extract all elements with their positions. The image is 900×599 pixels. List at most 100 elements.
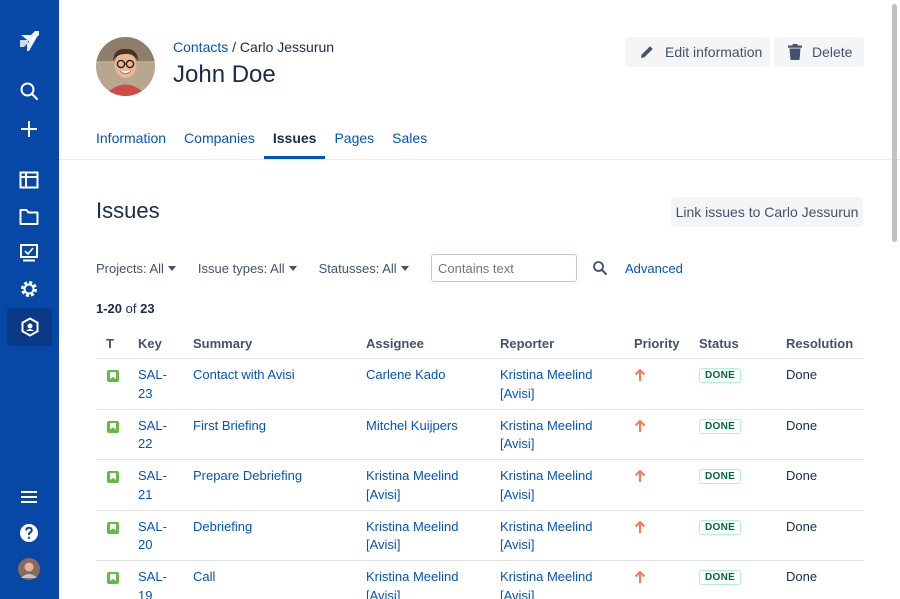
statuses-filter[interactable]: Statusses: All [319,261,409,276]
reporter-link[interactable]: Kristina Meelind [Avisi] [500,366,593,403]
tab-sales[interactable]: Sales [392,130,427,159]
column-header-assignee[interactable]: Assignee [366,336,424,351]
issue-key-link[interactable]: SAL- 20 [138,518,167,555]
assignee-link[interactable]: Carlene Kado [366,366,446,385]
reporter-link[interactable]: Kristina Meelind [Avisi] [500,568,593,599]
folder-icon[interactable] [10,200,48,234]
column-header-summary[interactable]: Summary [193,336,252,351]
search-icon[interactable] [592,260,608,279]
issue-summary-link[interactable]: First Briefing [193,417,266,436]
resolution-text: Done [786,367,818,382]
tabs-divider [59,159,900,160]
delete-button[interactable]: Delete [774,37,864,67]
assignee-link[interactable]: Mitchel Kuijpers [366,417,458,436]
breadcrumb-separator: / [228,39,240,55]
contains-text-input[interactable] [431,254,577,282]
issue-key-link[interactable]: SAL- 19 [138,568,167,599]
status-badge: DONE [699,368,742,383]
tab-companies[interactable]: Companies [184,130,255,159]
hexagon-icon[interactable] [7,308,52,346]
issue-summary-link[interactable]: Prepare Debriefing [193,467,302,486]
board-icon[interactable] [10,163,48,197]
story-type-icon [107,572,119,584]
issue-summary-link[interactable]: Contact with Avisi [193,366,295,385]
breadcrumb: Contacts / Carlo Jessurun [173,39,334,55]
delete-label: Delete [812,44,853,60]
tab-information[interactable]: Information [96,130,166,159]
jira-logo-icon[interactable] [10,24,48,58]
column-header-priority[interactable]: Priority [634,336,680,351]
column-header-status[interactable]: Status [699,336,739,351]
menu-icon[interactable] [10,480,48,514]
issue-types-filter-label: Issue types: All [197,260,285,276]
column-header-resolution[interactable]: Resolution [786,336,853,351]
chevron-down-icon [288,265,297,271]
link-issues-button[interactable]: Link issues to Carlo Jessurun [671,197,863,227]
issues-heading: Issues [96,198,160,223]
search-icon[interactable] [10,74,48,108]
assignee-link[interactable]: Kristina Meelind [Avisi] [366,568,459,599]
results-range: 1-20 [96,301,123,316]
table-row[interactable]: SAL- 23 Contact with Avisi Carlene Kado Kri… [96,359,864,410]
reporter-link[interactable]: Kristina Meelind [Avisi] [500,417,593,454]
tab-pages[interactable]: Pages [334,130,374,159]
gear-icon[interactable] [10,272,48,306]
reporter-link[interactable]: Kristina Meelind [Avisi] [500,467,593,504]
issues-table: T Key Summary Assignee Reporter Priority… [96,330,864,599]
priority-high-icon [634,570,646,587]
reporter-link[interactable]: Kristina Meelind [Avisi] [500,518,593,555]
issue-types-filter[interactable]: Issue types: All [198,261,297,276]
issue-key-link[interactable]: SAL- 22 [138,417,167,454]
scrollbar[interactable] [892,4,897,242]
global-sidebar [0,0,59,599]
statuses-filter-label: Statusses: All [318,260,397,276]
table-header: T Key Summary Assignee Reporter Priority… [96,330,864,359]
plus-icon[interactable] [10,112,48,146]
story-type-icon [107,471,119,483]
column-header-type[interactable]: T [106,336,114,351]
table-row[interactable]: SAL- 21 Prepare Debriefing Kristina Meelin… [96,460,864,511]
page-title: John Doe [173,61,276,88]
pencil-icon [639,44,655,60]
edit-information-button[interactable]: Edit information [625,37,770,67]
chevron-down-icon [400,265,409,271]
edit-information-label: Edit information [665,44,763,60]
status-badge: DONE [699,519,742,535]
issue-summary-link[interactable]: Debriefing [193,518,252,537]
advanced-search-link[interactable]: Advanced [625,261,683,276]
table-row[interactable]: SAL- 19 Call Kristina Meelind [Avisi] Krist… [96,561,864,599]
assignee-link[interactable]: Kristina Meelind [Avisi] [366,467,459,504]
priority-high-icon [634,419,646,436]
filter-bar: Projects: All Issue types: All Statusses… [96,254,431,282]
contact-avatar [96,37,155,96]
monitor-icon[interactable] [10,236,48,270]
issue-key-link[interactable]: SAL- 23 [138,366,167,403]
resolution-text: Done [786,518,818,534]
story-type-icon [107,370,119,382]
assignee-link[interactable]: Kristina Meelind [Avisi] [366,518,459,555]
issue-summary-link[interactable]: Call [193,568,215,587]
issue-key-link[interactable]: SAL- 21 [138,467,167,504]
projects-filter-label: Projects: All [96,260,164,276]
priority-high-icon [634,520,646,537]
table-row[interactable]: SAL- 20 Debriefing Kristina Meelind [Avisi… [96,511,864,561]
priority-high-icon [634,368,646,385]
status-badge: DONE [699,418,742,434]
tab-issues[interactable]: Issues [263,130,325,159]
status-badge: DONE [699,570,742,585]
breadcrumb-current: Carlo Jessurun [239,39,335,55]
resolution-text: Done [786,468,818,483]
breadcrumb-link-contacts[interactable]: Contacts [173,39,228,55]
projects-filter[interactable]: Projects: All [96,261,176,276]
user-avatar[interactable] [10,552,48,586]
help-icon[interactable] [10,516,48,550]
column-header-reporter[interactable]: Reporter [500,336,554,351]
contact-tabs: Information Companies Issues Pages Sales [96,130,445,159]
status-badge: DONE [699,469,742,484]
results-count: 1-20 of 23 [96,301,155,316]
chevron-down-icon [167,265,176,271]
story-type-icon [107,420,119,433]
table-row[interactable]: SAL- 22 First Briefing Mitchel Kuijpers Kri… [96,410,864,460]
column-header-key[interactable]: Key [138,336,162,351]
trash-icon [788,44,802,60]
